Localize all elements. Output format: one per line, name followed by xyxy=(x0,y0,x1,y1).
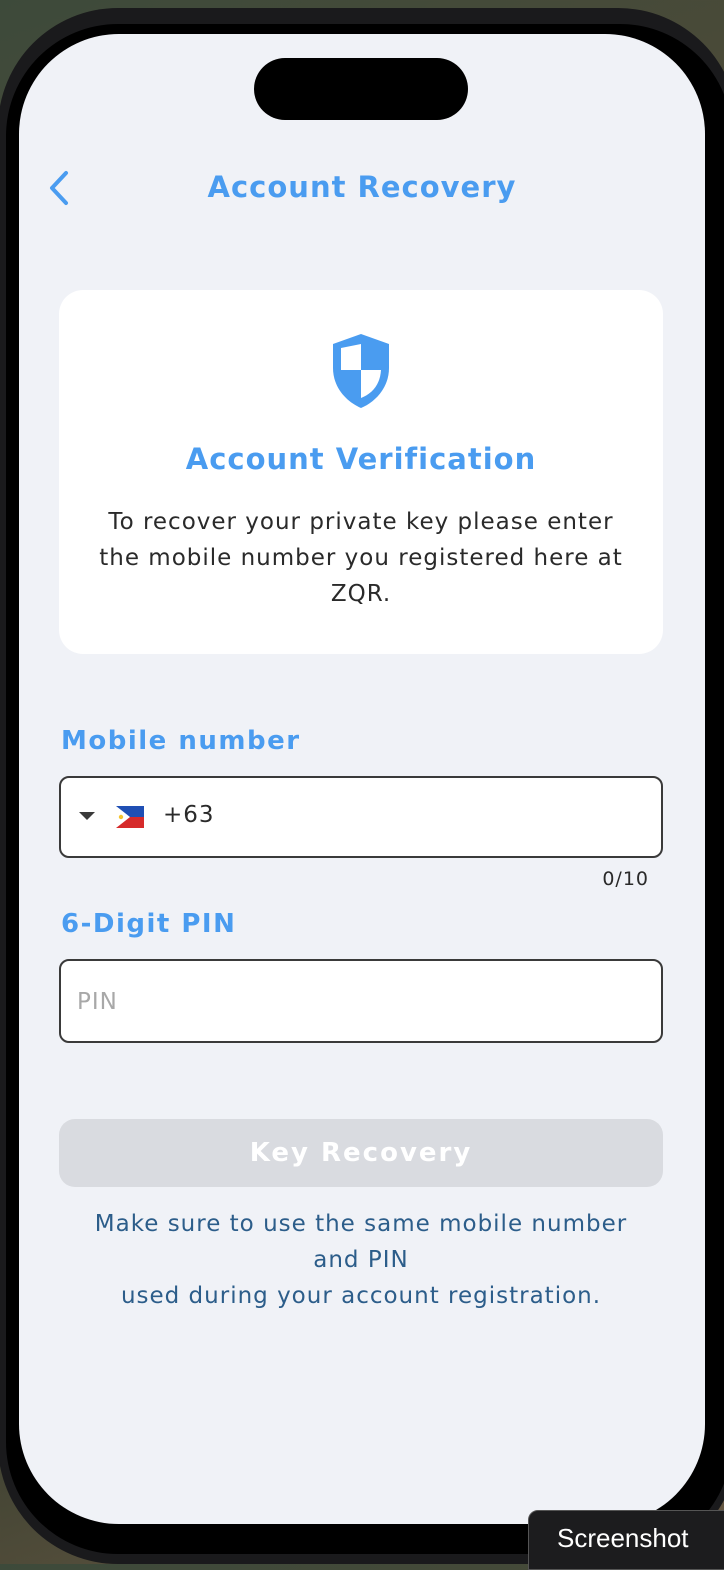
mobile-number-input[interactable] xyxy=(231,790,655,848)
mobile-number-field[interactable]: +63 xyxy=(59,776,663,858)
page-title: Account Recovery xyxy=(207,170,517,204)
pin-input[interactable] xyxy=(75,973,649,1031)
footnote-line-2: used during your account registration. xyxy=(120,1283,602,1309)
verification-card: Account Verification To recover your pri… xyxy=(59,290,663,654)
character-counter: 0/10 xyxy=(602,868,649,890)
card-description: To recover your private key please enter… xyxy=(99,509,623,607)
footnote-line-1: Make sure to use the same mobile number … xyxy=(94,1211,628,1273)
country-code: +63 xyxy=(163,802,215,828)
shield-icon xyxy=(333,334,389,408)
mobile-number-label: Mobile number xyxy=(61,726,301,756)
key-recovery-button[interactable]: Key Recovery xyxy=(59,1119,663,1187)
country-dropdown-icon[interactable] xyxy=(79,812,95,820)
philippines-flag-icon[interactable] xyxy=(116,806,144,828)
app-screen: Account Recovery Account Verification To… xyxy=(19,34,705,1524)
dynamic-island xyxy=(254,58,468,120)
screenshot-overlay-label[interactable]: Screenshot xyxy=(528,1510,724,1570)
pin-label: 6-Digit PIN xyxy=(61,909,237,939)
card-title: Account Verification xyxy=(185,442,537,476)
footnote: Make sure to use the same mobile number … xyxy=(59,1206,663,1314)
pin-field[interactable] xyxy=(59,959,663,1043)
